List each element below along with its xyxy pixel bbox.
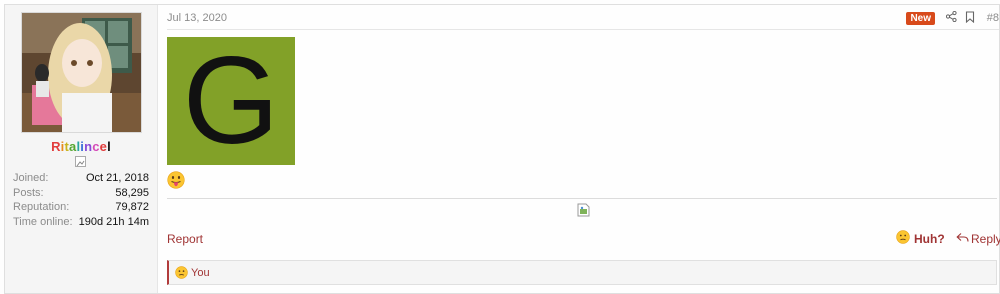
stat-posts: Posts: 58,295 — [13, 186, 149, 201]
signature-divider — [167, 198, 997, 199]
stat-label: Time online: — [13, 215, 73, 228]
report-link[interactable]: Report — [167, 232, 203, 246]
username-letter: R — [51, 139, 61, 154]
post-image[interactable]: G — [167, 37, 295, 165]
tongue-emoji-icon — [167, 171, 185, 189]
user-sidebar: Ritalincel Joined: Oct 21, 2018 Posts: 5… — [5, 5, 158, 293]
stat-value: Oct 21, 2018 — [86, 172, 149, 184]
username-letter: e — [99, 139, 108, 154]
username-letter: n — [84, 139, 93, 154]
user-stats: Joined: Oct 21, 2018 Posts: 58,295 Reput… — [13, 171, 149, 229]
reactions-bar[interactable]: You — [167, 260, 997, 285]
huh-emoji-icon — [175, 266, 188, 282]
reactions-users[interactable]: You — [191, 267, 210, 279]
post-number[interactable]: #8 — [987, 12, 999, 24]
share-icon[interactable] — [945, 10, 957, 25]
new-badge: New — [906, 12, 935, 25]
message-post: Ritalincel Joined: Oct 21, 2018 Posts: 5… — [4, 4, 1000, 294]
username-letter: l — [107, 139, 111, 154]
username[interactable]: Ritalincel — [5, 139, 157, 154]
post-date[interactable]: Jul 13, 2020 — [167, 12, 227, 24]
huh-emoji-icon — [896, 230, 910, 247]
stat-value: 190d 21h 14m — [78, 215, 149, 228]
stat-label: Joined: — [13, 172, 49, 184]
stat-label: Posts: — [13, 186, 44, 199]
stat-value: 79,872 — [115, 201, 149, 213]
username-letter: c — [92, 139, 100, 154]
stat-joined: Joined: Oct 21, 2018 — [13, 171, 149, 186]
stat-label: Reputation: — [13, 201, 70, 213]
post-image-letter: G — [182, 37, 280, 165]
broken-image-icon — [577, 203, 590, 217]
reaction-button[interactable]: Huh? — [896, 230, 945, 247]
stat-value: 58,295 — [115, 186, 149, 199]
reply-icon — [956, 232, 969, 246]
bookmark-icon[interactable] — [965, 11, 975, 26]
reply-label: Reply — [971, 232, 1000, 246]
reaction-label: Huh? — [914, 231, 945, 246]
reply-button[interactable]: Reply — [956, 232, 1000, 246]
avatar-image — [22, 13, 141, 132]
stat-time-online: Time online: 190d 21h 14m — [13, 215, 149, 230]
user-banner-icon — [75, 156, 86, 167]
post-header: Jul 13, 2020 New #8 — [167, 5, 999, 30]
stat-reputation: Reputation: 79,872 — [13, 200, 149, 215]
avatar[interactable] — [21, 12, 142, 133]
